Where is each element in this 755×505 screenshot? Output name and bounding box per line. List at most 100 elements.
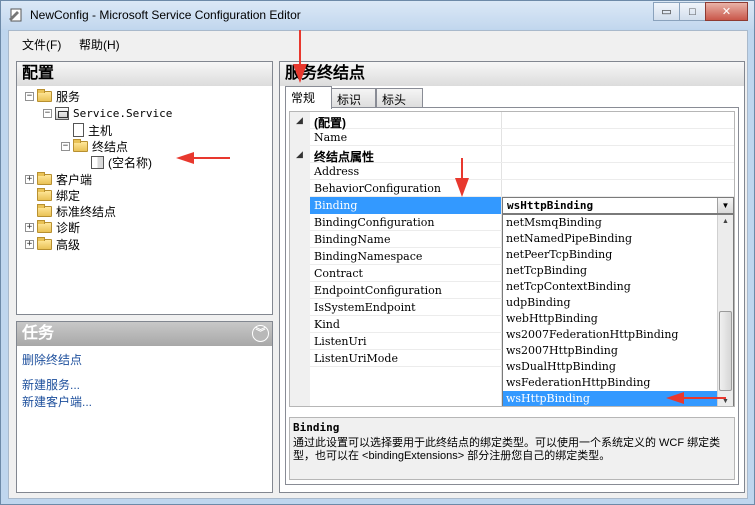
property-name: ListenUri [314,335,367,348]
tree-item-services[interactable]: − 服务 [25,88,80,104]
collapse-chevron-icon[interactable]: ︾ [252,325,269,342]
property-row[interactable]: Address [310,163,734,180]
tree-item-label: 客户端 [56,172,93,187]
expand-icon[interactable]: + [25,222,34,232]
dropdown-option[interactable]: netTcpContextBinding [503,279,718,295]
dropdown-option[interactable]: netMsmqBinding [503,215,718,231]
collapse-icon[interactable]: − [61,141,70,151]
dropdown-option[interactable]: wsFederationHttpBinding [503,375,718,391]
title-bar[interactable]: NewConfig - Microsoft Service Configurat… [1,1,754,29]
tree-item-label: Service.Service [73,106,173,120]
folder-icon [37,236,52,250]
dropdown-option[interactable]: wsDualHttpBinding [503,359,718,375]
tree-item-label: 主机 [88,123,113,138]
property-name: Kind [314,318,340,331]
endpoint-icon [91,155,104,169]
new-service-link[interactable]: 新建服务... [22,376,80,393]
dropdown-option[interactable]: netPeerTcpBinding [503,247,718,263]
property-name: IsSystemEndpoint [314,301,416,314]
tree-item-empty-endpoint[interactable]: (空名称) [91,154,152,170]
annotation-arrow-icon [176,152,230,164]
menu-file[interactable]: 文件(F) [22,36,61,53]
dropdown-option[interactable]: webHttpBinding [503,311,718,327]
minimize-icon: ▭ [661,6,672,18]
folder-icon [37,219,52,233]
category-config[interactable]: ◢ (配置) [296,112,734,130]
dropdown-option[interactable]: ws2007HttpBinding [503,343,718,359]
window-title: NewConfig - Microsoft Service Configurat… [30,8,301,22]
folder-icon [37,88,52,102]
app-icon [9,8,22,22]
dropdown-option[interactable]: netTcpBinding [503,263,718,279]
property-name: BindingNamespace [314,250,423,263]
tree-item-label: 诊断 [56,220,81,235]
general-tab-body: ◢ (配置) Name ◢ 终结点属性 Address BehaviorConf… [285,107,739,485]
help-pane: Binding 通过此设置可以选择要用于此终结点的绑定类型。可以使用一个系统定义… [289,417,735,480]
scrollbar-thumb[interactable] [719,311,732,391]
tab-headers[interactable]: 标头 [376,88,423,108]
annotation-arrow-icon [293,30,307,83]
tab-general[interactable]: 常规 [285,86,332,109]
folder-icon [73,138,88,152]
tree-item-diagnostics[interactable]: + 诊断 [25,219,80,235]
tree-item-endpoints[interactable]: − 终结点 [61,138,128,154]
annotation-arrow-icon [455,158,469,197]
expand-icon[interactable]: + [25,239,34,249]
property-row[interactable]: BehaviorConfiguration [310,180,734,197]
endpoint-panel-title: 服务终结点 [280,62,744,86]
collapse-arrow-icon[interactable]: ◢ [296,149,303,160]
app-window: NewConfig - Microsoft Service Configurat… [0,0,755,505]
property-grid: ◢ (配置) Name ◢ 终结点属性 Address BehaviorConf… [289,111,735,407]
delete-endpoint-link[interactable]: 删除终结点 [22,351,82,368]
tree-item-service[interactable]: − Service.Service [43,105,172,121]
binding-dropdown-list[interactable]: netMsmqBinding netNamedPipeBinding netPe… [502,214,734,406]
binding-combobox[interactable]: wsHttpBinding ▼ [502,197,734,214]
task-panel-title-text: 任务 [22,325,55,342]
endpoint-panel: 服务终结点 常规 标识 标头 ◢ (配置) Name ◢ 终结点属性 Addre… [279,61,745,493]
help-text: 通过此设置可以选择要用于此终结点的绑定类型。可以使用一个系统定义的 WCF 绑定… [293,437,721,462]
category-endpoint-properties[interactable]: ◢ 终结点属性 [296,146,734,164]
property-name: BindingConfiguration [314,216,435,229]
folder-icon [37,187,52,201]
maximize-button[interactable]: □ [679,2,706,21]
task-panel-title: 任务 ︾ [17,322,272,346]
collapse-icon[interactable]: − [25,91,34,101]
maximize-icon: □ [689,5,696,18]
collapse-arrow-icon[interactable]: ◢ [296,115,303,126]
task-panel: 任务 ︾ 删除终结点 新建服务... 新建客户端... [16,321,273,493]
property-row[interactable]: Name [310,129,734,146]
folder-icon [37,171,52,185]
tree-item-label: 标准终结点 [56,204,117,219]
expand-icon[interactable]: + [25,174,34,184]
menu-bar: 文件(F) 帮助(H) [9,31,747,55]
scroll-up-icon[interactable]: ▲ [718,215,733,229]
tree-item-advanced[interactable]: + 高级 [25,236,80,252]
help-title: Binding [293,421,340,434]
dropdown-scrollbar[interactable]: ▲ ▼ [717,215,733,406]
new-client-link[interactable]: 新建客户端... [22,393,92,410]
config-panel: 配置 − 服务 − Service.Service 主机 − 终结点 (空名称)… [16,61,273,315]
dropdown-option[interactable]: netNamedPipeBinding [503,231,718,247]
collapse-icon[interactable]: − [43,108,52,118]
tree-item-bindings[interactable]: 绑定 [37,187,80,203]
tree-item-standard-endpoints[interactable]: 标准终结点 [37,203,116,219]
menu-help[interactable]: 帮助(H) [79,36,120,53]
property-name: Contract [314,267,363,280]
dropdown-option[interactable]: ws2007FederationHttpBinding [503,327,718,343]
folder-icon [37,203,52,217]
tree-item-host[interactable]: 主机 [73,122,112,138]
close-button[interactable]: ✕ [705,2,748,21]
minimize-button[interactable]: ▭ [653,2,680,21]
property-name: EndpointConfiguration [314,284,442,297]
dropdown-arrow-icon[interactable]: ▼ [717,198,733,213]
binding-value: wsHttpBinding [507,199,594,212]
service-icon [55,106,69,120]
tree-item-label: 终结点 [92,139,129,154]
tab-identity[interactable]: 标识 [331,88,376,108]
close-icon: ✕ [721,6,732,18]
dropdown-option[interactable]: udpBinding [503,295,718,311]
property-name: BindingName [314,233,391,246]
tree-item-label: 绑定 [56,188,81,203]
tree-item-client[interactable]: + 客户端 [25,171,92,187]
property-name: ListenUriMode [314,352,398,365]
